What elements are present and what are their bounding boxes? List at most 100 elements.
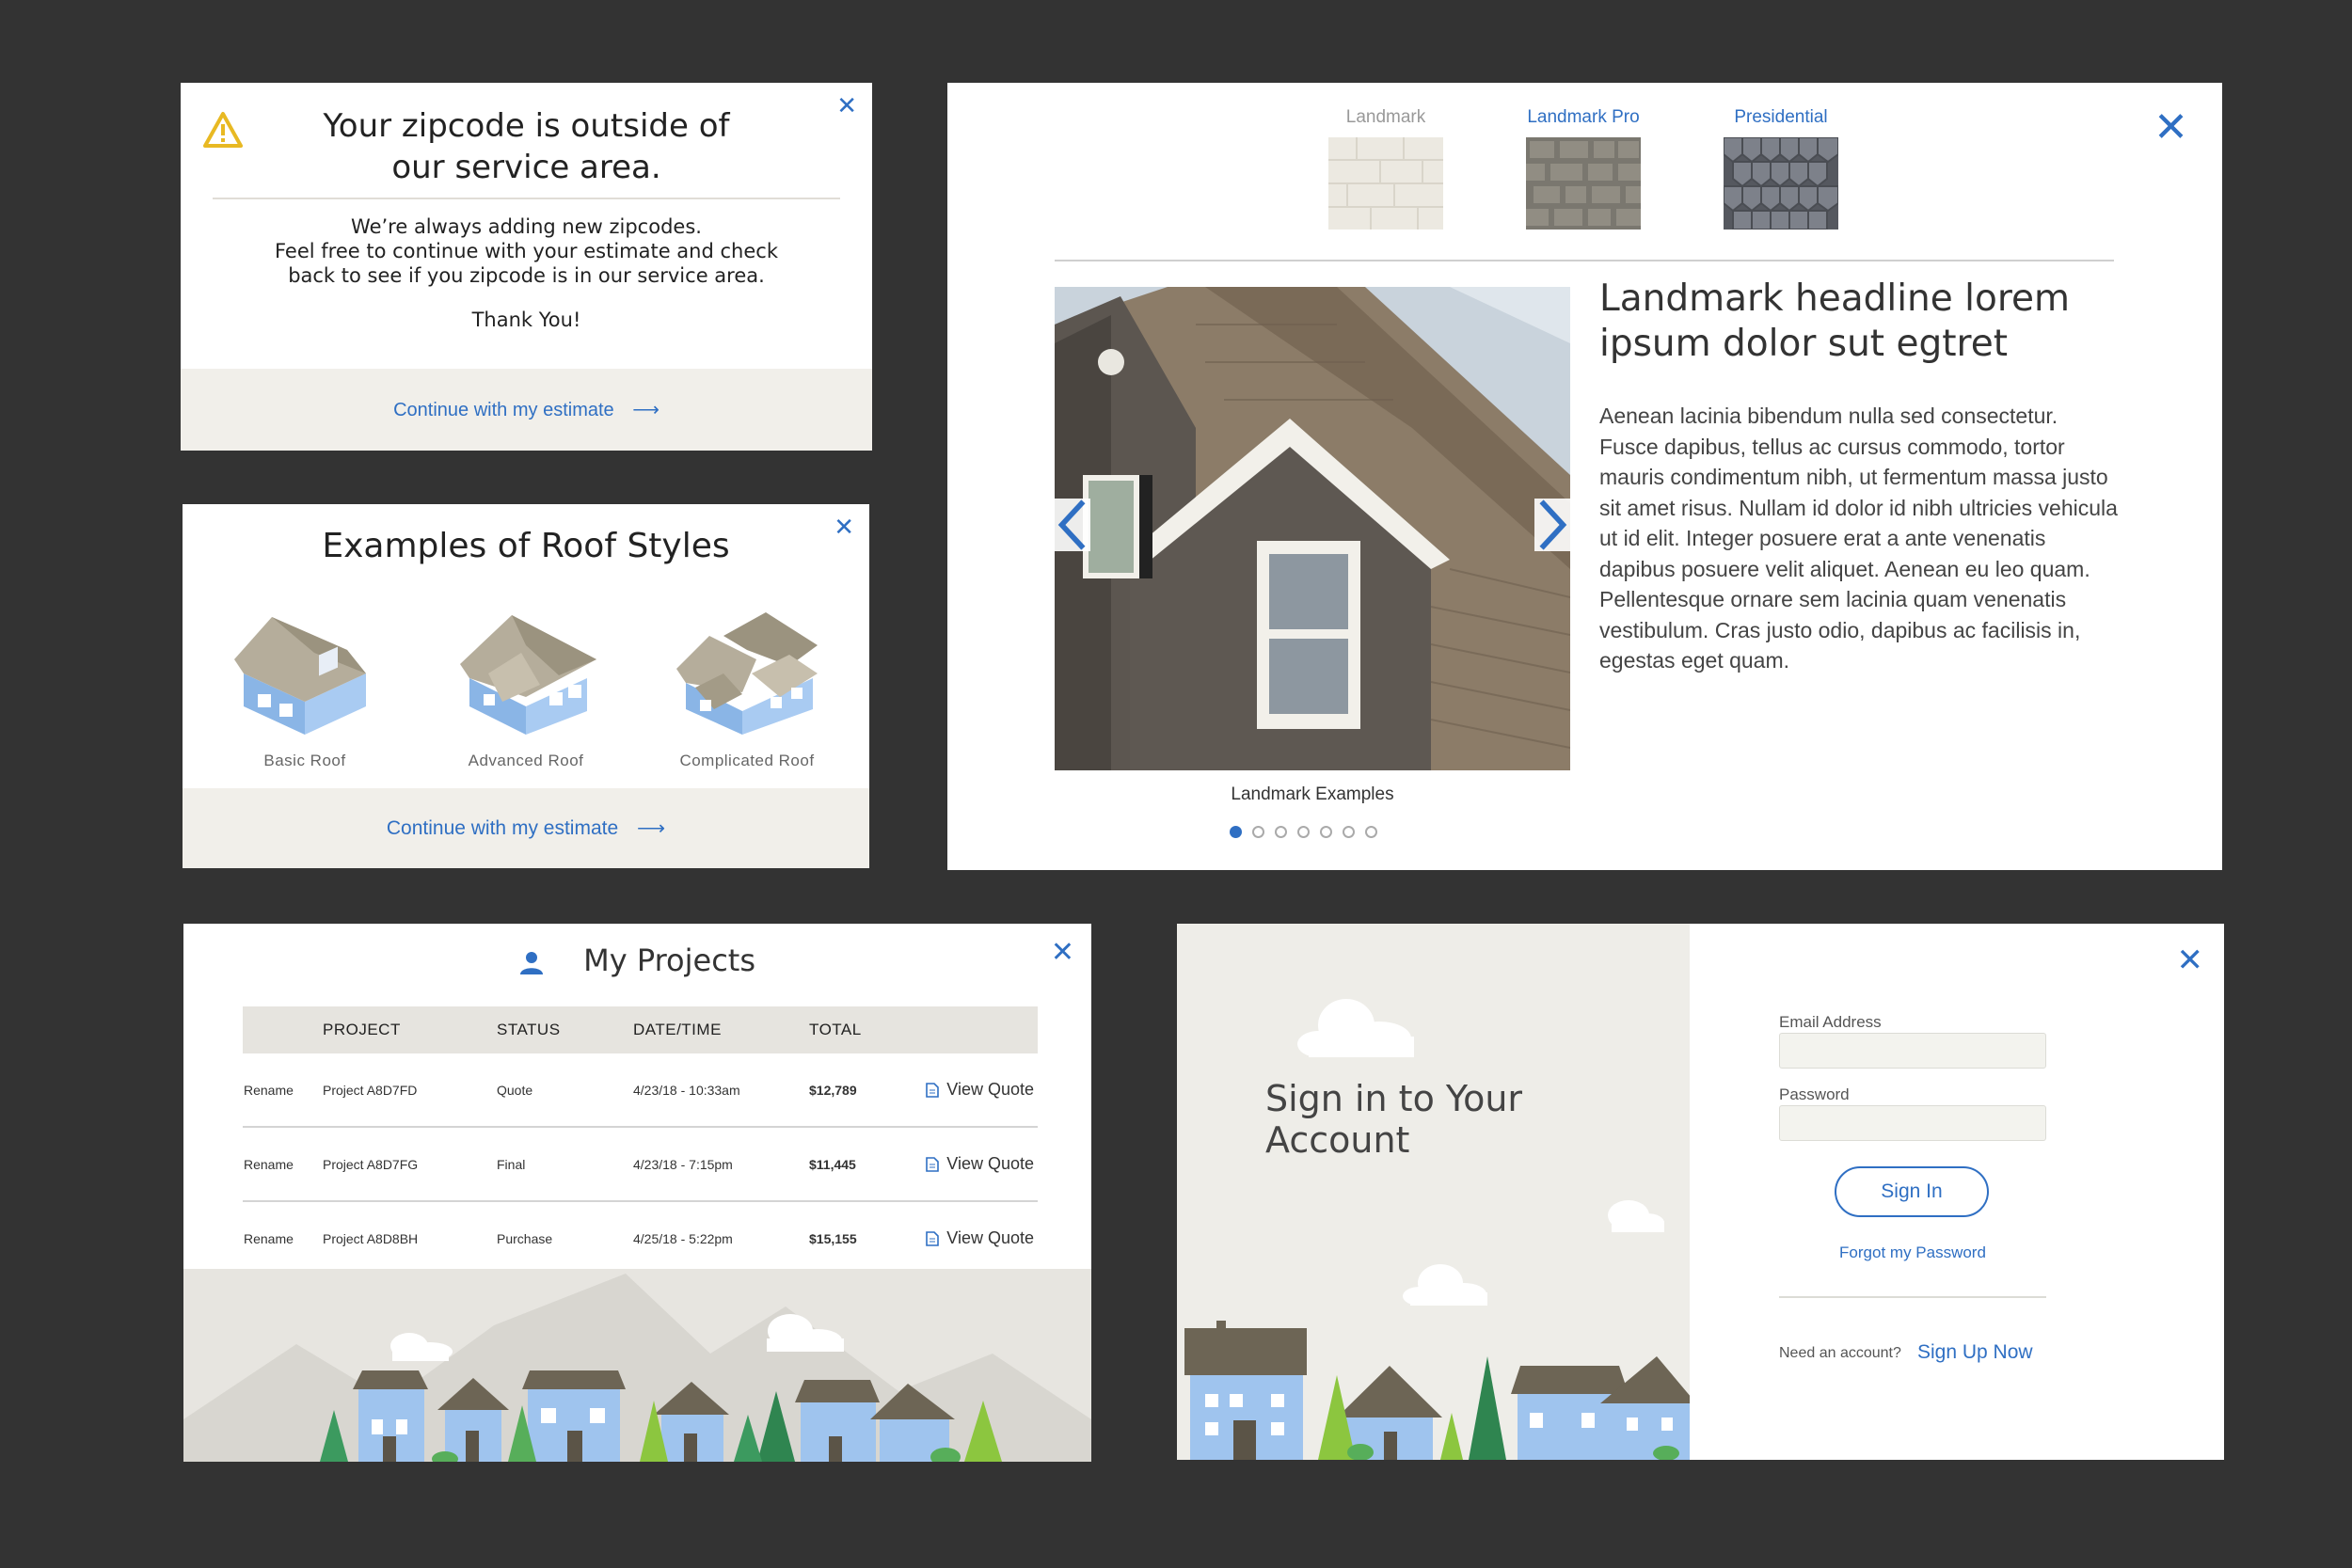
carousel-dot[interactable]: [1297, 826, 1310, 838]
carousel-dot[interactable]: [1320, 826, 1332, 838]
modal-message: We’re always adding new zipcodes. Feel f…: [218, 214, 834, 288]
message-line: Feel free to continue with your estimate…: [275, 240, 778, 262]
modal-title: My Projects: [183, 942, 1091, 978]
title-line: our service area.: [391, 149, 661, 186]
roof-style-label: Advanced Roof: [468, 752, 584, 769]
need-account-text: Need an account?: [1779, 1345, 1901, 1361]
message-line: We’re always adding new zipcodes.: [351, 215, 702, 238]
datetime-cell: 4/23/18 - 7:15pm: [632, 1127, 808, 1202]
divider: [1055, 260, 2114, 261]
product-description: Aenean lacinia bibendum nulla sed consec…: [1599, 404, 2118, 673]
roof-style-label: Complicated Roof: [679, 752, 815, 769]
view-quote-link[interactable]: View Quote: [923, 1127, 1038, 1202]
datetime-cell: 4/25/18 - 5:22pm: [632, 1201, 808, 1276]
continue-estimate-link[interactable]: Continue with my estimate ⟶: [387, 816, 665, 840]
roof-style-label: Basic Roof: [263, 752, 346, 769]
total-cell: $15,155: [808, 1201, 923, 1276]
modal-title: Your zipcode is outside of our service a…: [237, 105, 816, 188]
my-projects-modal: ✕ My Projects PROJECT STATUS DATE/TIME T…: [183, 924, 1091, 1462]
title-line: Account: [1265, 1119, 1410, 1161]
tab-landmark-pro[interactable]: Landmark Pro: [1526, 107, 1641, 234]
sign-in-button[interactable]: Sign In: [1835, 1166, 1989, 1217]
email-field[interactable]: [1779, 1033, 2046, 1069]
carousel-dot[interactable]: [1343, 826, 1355, 838]
title-line: Your zipcode is outside of: [323, 107, 730, 145]
carousel-prev-button[interactable]: [1055, 499, 1090, 551]
tab-label: Landmark Pro: [1527, 107, 1640, 127]
user-icon: [519, 952, 543, 974]
table-row: Rename Project A8D7FG Final 4/23/18 - 7:…: [243, 1127, 1038, 1202]
status-cell: Purchase: [496, 1201, 632, 1276]
continue-label: Continue with my estimate: [393, 400, 614, 420]
title-line: Sign in to Your: [1265, 1078, 1523, 1119]
tab-label: Presidential: [1734, 107, 1828, 127]
forgot-password-link[interactable]: Forgot my Password: [1779, 1243, 2046, 1262]
landmark-swatch: [1328, 137, 1443, 230]
header-cell: PROJECT: [322, 1006, 496, 1053]
sign-in-title: Sign in to Your Account: [1265, 1078, 1522, 1161]
roof-photo: [1055, 287, 1570, 770]
shingle-detail-modal: ✕ Landmark Landmark Pro Presidential Lan…: [947, 83, 2222, 870]
carousel-dot[interactable]: [1252, 826, 1264, 838]
neighborhood-illustration: [1184, 999, 1690, 1460]
sign-up-link[interactable]: Sign Up Now: [1917, 1341, 2033, 1364]
carousel-dots: [1230, 826, 1377, 838]
carousel-dot[interactable]: [1365, 826, 1377, 838]
header-cell: [243, 1006, 322, 1053]
roof-styles-modal: ✕ Examples of Roof Styles Basic Roof Adv…: [183, 504, 869, 868]
arrow-right-icon: ⟶: [637, 817, 666, 839]
shingle-tabs: Landmark Landmark Pro Presidential: [1328, 107, 1839, 234]
advanced-roof-illustration: [460, 615, 596, 735]
complicated-roof-illustration: [676, 612, 818, 735]
close-icon[interactable]: ✕: [2177, 944, 2204, 976]
zipcode-modal: ✕ Your zipcode is outside of our service…: [181, 83, 872, 451]
carousel-next-button[interactable]: [1534, 499, 1570, 551]
view-quote-link[interactable]: View Quote: [923, 1053, 1038, 1128]
close-icon[interactable]: ✕: [836, 94, 857, 119]
carousel-dot[interactable]: [1275, 826, 1287, 838]
divider: [1779, 1296, 2046, 1298]
roof-style-list: Basic Roof Advanced Roof Complicated Roo…: [211, 608, 841, 770]
sign-in-illustration-panel: Sign in to Your Account: [1177, 924, 1690, 1460]
table-row: Rename Project A8D8BH Purchase 4/25/18 -…: [243, 1201, 1038, 1276]
carousel-dot[interactable]: [1230, 826, 1242, 838]
chevron-right-icon: [1539, 499, 1567, 550]
project-cell: Project A8D7FG: [322, 1127, 496, 1202]
title-text: My Projects: [583, 942, 756, 978]
rename-link[interactable]: Rename: [243, 1053, 322, 1128]
roof-style-basic[interactable]: Basic Roof: [211, 608, 399, 770]
view-quote-link[interactable]: View Quote: [923, 1201, 1038, 1276]
rename-link[interactable]: Rename: [243, 1201, 322, 1276]
roof-style-complicated[interactable]: Complicated Roof: [653, 608, 841, 770]
sign-in-modal: Sign in to Your Account ✕ Email Address …: [1177, 924, 2224, 1460]
email-label: Email Address: [1779, 1013, 1882, 1031]
tab-landmark[interactable]: Landmark: [1328, 107, 1443, 234]
chevron-left-icon: [1057, 499, 1086, 550]
header-cell: STATUS: [496, 1006, 632, 1053]
view-quote-label: View Quote: [946, 1080, 1034, 1099]
status-cell: Quote: [496, 1053, 632, 1128]
basic-roof-illustration: [234, 617, 366, 735]
product-headline: Landmark headline lorem ipsum dolor sut …: [1599, 277, 2071, 365]
divider: [213, 198, 840, 199]
project-cell: Project A8D7FD: [322, 1053, 496, 1128]
total-cell: $11,445: [808, 1127, 923, 1202]
roof-photo-carousel: [1055, 287, 1570, 770]
message-line: back to see if you zipcode is in our ser…: [288, 264, 765, 287]
arrow-right-icon: ⟶: [632, 400, 660, 420]
view-quote-label: View Quote: [946, 1228, 1034, 1247]
roof-style-advanced[interactable]: Advanced Roof: [432, 608, 620, 770]
projects-table: PROJECT STATUS DATE/TIME TOTAL Rename Pr…: [243, 1006, 1038, 1276]
document-icon: [926, 1157, 940, 1173]
continue-label: Continue with my estimate: [386, 817, 619, 839]
close-icon[interactable]: ✕: [2153, 107, 2188, 149]
tab-label: Landmark: [1345, 107, 1426, 127]
password-field[interactable]: [1779, 1105, 2046, 1141]
document-icon: [926, 1083, 940, 1099]
modal-footer: Continue with my estimate ⟶: [181, 369, 872, 451]
header-cell: TOTAL: [808, 1006, 923, 1053]
landmark-pro-swatch: [1526, 137, 1641, 230]
continue-estimate-link[interactable]: Continue with my estimate ⟶: [393, 398, 660, 421]
rename-link[interactable]: Rename: [243, 1127, 322, 1202]
tab-presidential[interactable]: Presidential: [1723, 107, 1839, 234]
